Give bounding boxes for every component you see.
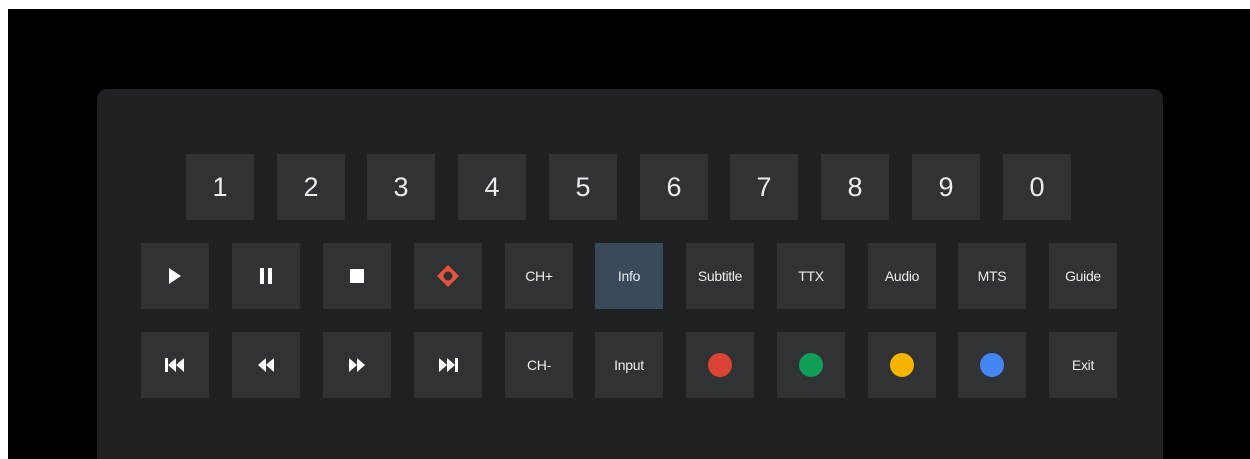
- input-button[interactable]: Input: [595, 332, 663, 398]
- digit-6-key[interactable]: 6: [640, 154, 708, 220]
- red-dot-icon: [708, 353, 732, 377]
- red-button[interactable]: [686, 332, 754, 398]
- play-button[interactable]: [141, 243, 209, 309]
- subtitle-button[interactable]: Subtitle: [686, 243, 754, 309]
- ttx-button[interactable]: TTX: [777, 243, 845, 309]
- exit-button[interactable]: Exit: [1049, 332, 1117, 398]
- yellow-dot-icon: [890, 353, 914, 377]
- rewind-button[interactable]: [232, 332, 300, 398]
- audio-button[interactable]: Audio: [868, 243, 936, 309]
- skip-previous-icon: [165, 358, 185, 372]
- channel-up-button[interactable]: CH+: [505, 243, 573, 309]
- record-icon: [436, 264, 460, 288]
- fast-forward-button[interactable]: [323, 332, 391, 398]
- green-dot-icon: [799, 353, 823, 377]
- skip-next-button[interactable]: [414, 332, 482, 398]
- digit-1-key[interactable]: 1: [186, 154, 254, 220]
- tv-screen: 1 2 3 4 5 6 7 8 9 0 CH+ Info Subtitle TT…: [8, 9, 1250, 459]
- fast-forward-icon: [348, 358, 366, 372]
- yellow-button[interactable]: [868, 332, 936, 398]
- digit-5-key[interactable]: 5: [549, 154, 617, 220]
- digit-2-key[interactable]: 2: [277, 154, 345, 220]
- virtual-remote-panel: 1 2 3 4 5 6 7 8 9 0 CH+ Info Subtitle TT…: [97, 89, 1163, 459]
- pause-icon: [259, 268, 273, 284]
- digit-8-key[interactable]: 8: [821, 154, 889, 220]
- stop-icon: [350, 269, 364, 283]
- info-button[interactable]: Info: [595, 243, 663, 309]
- digit-9-key[interactable]: 9: [912, 154, 980, 220]
- digit-0-key[interactable]: 0: [1003, 154, 1071, 220]
- digit-4-key[interactable]: 4: [458, 154, 526, 220]
- guide-button[interactable]: Guide: [1049, 243, 1117, 309]
- green-button[interactable]: [777, 332, 845, 398]
- play-icon: [168, 268, 182, 284]
- blue-button[interactable]: [958, 332, 1026, 398]
- digit-7-key[interactable]: 7: [730, 154, 798, 220]
- skip-next-icon: [438, 358, 458, 372]
- record-button[interactable]: [414, 243, 482, 309]
- channel-down-button[interactable]: CH-: [505, 332, 573, 398]
- skip-previous-button[interactable]: [141, 332, 209, 398]
- stop-button[interactable]: [323, 243, 391, 309]
- blue-dot-icon: [980, 353, 1004, 377]
- digit-3-key[interactable]: 3: [367, 154, 435, 220]
- rewind-icon: [257, 358, 275, 372]
- pause-button[interactable]: [232, 243, 300, 309]
- mts-button[interactable]: MTS: [958, 243, 1026, 309]
